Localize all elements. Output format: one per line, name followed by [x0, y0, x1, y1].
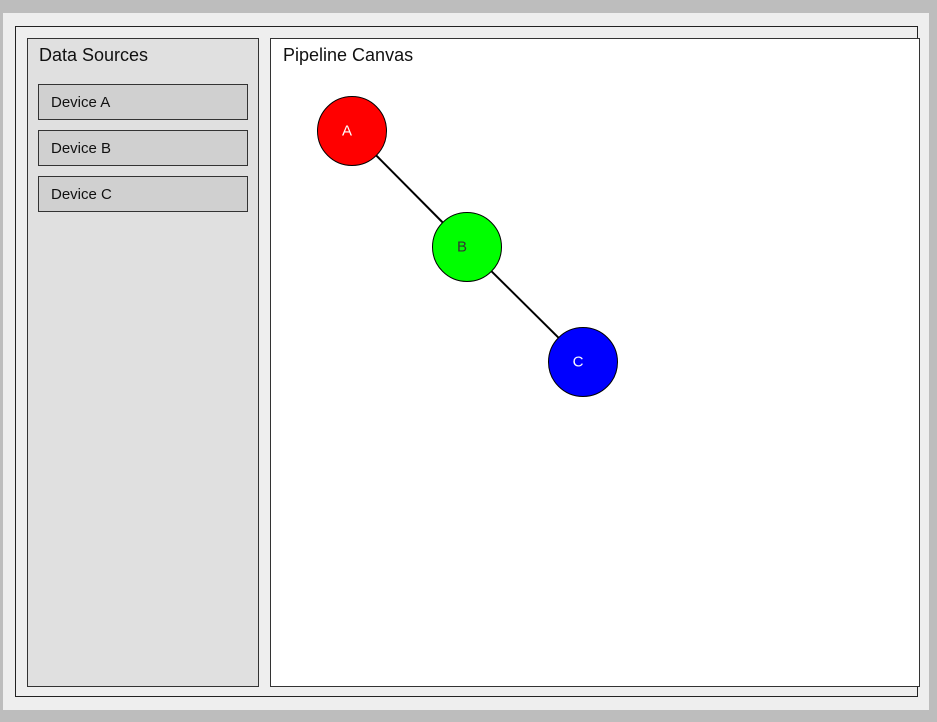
source-item-device-b[interactable]: Device B: [38, 130, 248, 166]
node-label: C: [573, 354, 584, 371]
source-item-device-c[interactable]: Device C: [38, 176, 248, 212]
pipeline-node-b[interactable]: B: [432, 212, 502, 282]
pipeline-node-c[interactable]: C: [548, 327, 618, 397]
source-item-label: Device B: [51, 140, 112, 157]
node-label: B: [457, 239, 467, 256]
node-label: A: [342, 123, 352, 140]
pipeline-graph[interactable]: A B C: [271, 39, 919, 686]
source-item-device-a[interactable]: Device A: [38, 84, 248, 120]
data-sources-title: Data Sources: [39, 45, 149, 65]
pipeline-link-a-b: [375, 154, 444, 224]
pipeline-canvas[interactable]: Pipeline Canvas A B C: [270, 38, 920, 687]
source-item-label: Device C: [51, 186, 112, 203]
pipeline-node-a[interactable]: A: [317, 96, 387, 166]
source-item-label: Device A: [51, 94, 111, 111]
pipeline-link-b-c: [490, 270, 560, 339]
data-sources-panel: Data Sources Device A Device B Device C: [27, 38, 259, 687]
